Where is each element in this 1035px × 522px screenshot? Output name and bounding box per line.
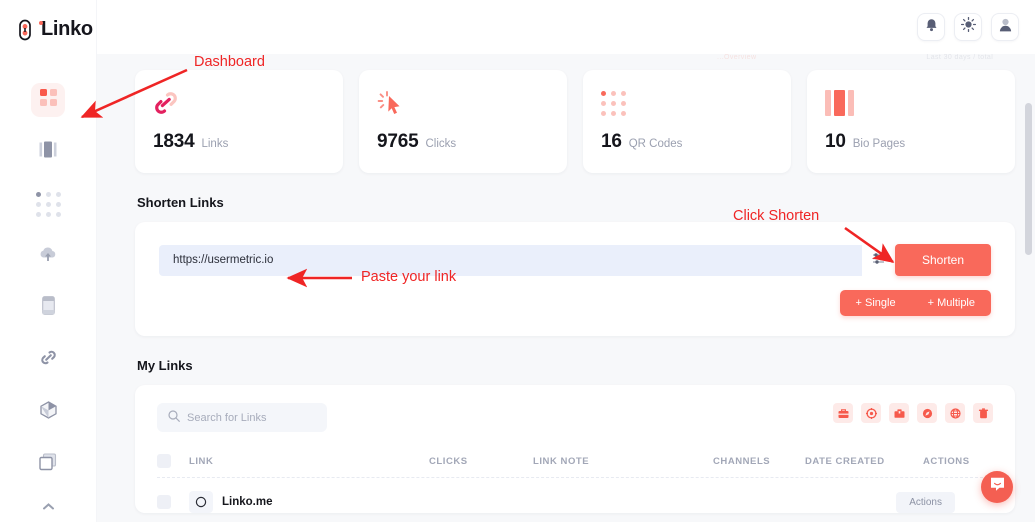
sidebar-collapse[interactable] — [0, 498, 97, 516]
th-clicks: CLICKS — [429, 455, 468, 467]
select-all-checkbox[interactable] — [157, 454, 171, 468]
add-buttons-row: + Single + Multiple — [159, 290, 991, 316]
th-date-created: DATE CREATED — [805, 455, 885, 467]
trash-icon[interactable] — [973, 403, 993, 423]
table-row[interactable]: Linko.me Actions — [157, 478, 993, 513]
app-logo[interactable]: Linko — [0, 0, 96, 41]
link-icon — [39, 348, 58, 372]
ghost-left: ...Overview — [717, 54, 757, 61]
cube-icon — [39, 400, 57, 424]
stat-value: 16 — [601, 131, 622, 152]
scrollbar-thumb[interactable] — [1025, 103, 1032, 255]
theme-toggle-button[interactable] — [954, 13, 982, 41]
shorten-input-row: Shorten — [159, 244, 991, 276]
links-toolbar — [833, 403, 993, 423]
shorten-links-title: Shorten Links — [137, 195, 224, 210]
stat-label: Bio Pages — [852, 138, 906, 150]
chain-link-icon — [16, 19, 43, 41]
search-input[interactable] — [187, 411, 316, 424]
add-multiple-button[interactable]: + Multiple — [912, 290, 991, 316]
shorten-button[interactable]: Shorten — [894, 244, 991, 276]
ghost-scrolled-text: ...Overview Last 30 days / total — [97, 54, 1035, 64]
stat-card-qr-codes: 16 QR Codes — [583, 70, 791, 173]
sliders-icon — [872, 252, 885, 268]
mobile-icon — [41, 296, 55, 320]
row-checkbox[interactable] — [157, 495, 171, 509]
logo-accent-dot — [39, 20, 43, 25]
sun-icon — [960, 16, 976, 37]
profile-button[interactable] — [991, 13, 1019, 41]
briefcase-icon[interactable] — [833, 403, 853, 423]
sidebar-item-pages[interactable] — [31, 447, 65, 481]
vertical-scrollbar[interactable] — [1025, 57, 1032, 519]
stat-value: 9765 — [377, 131, 419, 152]
stat-card-clicks: 9765 Clicks — [359, 70, 567, 173]
chain-link-icon — [153, 86, 325, 120]
sidebar-item-mobile[interactable] — [31, 291, 65, 325]
url-input[interactable] — [159, 244, 862, 276]
th-link: LINK — [189, 455, 214, 467]
sidebar-item-uploads[interactable] — [31, 239, 65, 273]
target-icon[interactable] — [861, 403, 881, 423]
logo-text: Linko — [41, 18, 93, 40]
stat-card-bio-pages: 10 Bio Pages — [807, 70, 1015, 173]
stat-cards: 1834 Links 9765 Clicks 16 QR Codes 10 Bi… — [135, 70, 1015, 173]
stat-value: 1834 — [153, 131, 195, 152]
content: 1834 Links 9765 Clicks 16 QR Codes 10 Bi… — [97, 64, 1035, 513]
layers-icon — [39, 452, 57, 476]
row-actions-button[interactable]: Actions — [896, 491, 955, 513]
cloud-upload-icon — [38, 246, 58, 267]
sidebar-nav — [0, 83, 96, 481]
sidebar: Linko — [0, 0, 97, 522]
bell-icon — [925, 18, 938, 37]
notifications-button[interactable] — [917, 13, 945, 41]
globe-icon[interactable] — [945, 403, 965, 423]
table-header: LINK CLICKS LINK NOTE CHANNELS DATE CREA… — [157, 454, 993, 478]
links-panel: LINK CLICKS LINK NOTE CHANNELS DATE CREA… — [135, 385, 1015, 513]
row-link-title: Linko.me — [222, 496, 273, 508]
my-links-title: My Links — [137, 358, 193, 373]
search-icon — [168, 409, 180, 427]
qr-dots-icon — [601, 86, 773, 120]
add-single-button[interactable]: + Single — [840, 290, 912, 316]
row-favicon-globe-icon — [189, 491, 213, 513]
topbar — [97, 0, 1035, 54]
stat-label: Clicks — [425, 138, 457, 150]
grid-icon — [39, 89, 57, 111]
sidebar-item-bio-pages[interactable] — [31, 135, 65, 169]
th-link-note: LINK NOTE — [533, 455, 590, 467]
cursor-click-icon — [377, 86, 549, 120]
qr-dots-icon — [35, 191, 61, 217]
app-root: Linko ...Overview Last 30 days / total 1… — [0, 0, 1035, 522]
content-scroll: ...Overview Last 30 days / total 1834 Li… — [97, 54, 1035, 522]
bio-bars-icon — [39, 141, 57, 163]
chat-launcher-button[interactable] — [981, 471, 1013, 503]
compass-icon[interactable] — [917, 403, 937, 423]
shorten-panel: Shorten + Single + Multiple — [135, 222, 1015, 336]
ghost-right: Last 30 days / total — [926, 54, 994, 61]
bio-bars-icon — [825, 86, 997, 120]
th-channels: CHANNELS — [713, 455, 771, 467]
stat-label: Links — [201, 138, 229, 150]
sidebar-item-dashboard[interactable] — [31, 83, 65, 117]
th-actions: ACTIONS — [923, 455, 970, 467]
shorten-settings-button[interactable] — [861, 244, 895, 276]
user-icon — [999, 18, 1012, 37]
chat-bubble-icon — [989, 476, 1006, 498]
sidebar-item-qr-codes[interactable] — [31, 187, 65, 221]
main-area: ...Overview Last 30 days / total 1834 Li… — [97, 0, 1035, 522]
sidebar-item-packages[interactable] — [31, 395, 65, 429]
stat-label: QR Codes — [628, 138, 683, 150]
stat-card-links: 1834 Links — [135, 70, 343, 173]
stat-value: 10 — [825, 131, 846, 152]
search-links-box[interactable] — [157, 403, 327, 432]
chevron-up-icon — [42, 498, 55, 516]
toolbox-icon[interactable] — [889, 403, 909, 423]
sidebar-item-links[interactable] — [31, 343, 65, 377]
